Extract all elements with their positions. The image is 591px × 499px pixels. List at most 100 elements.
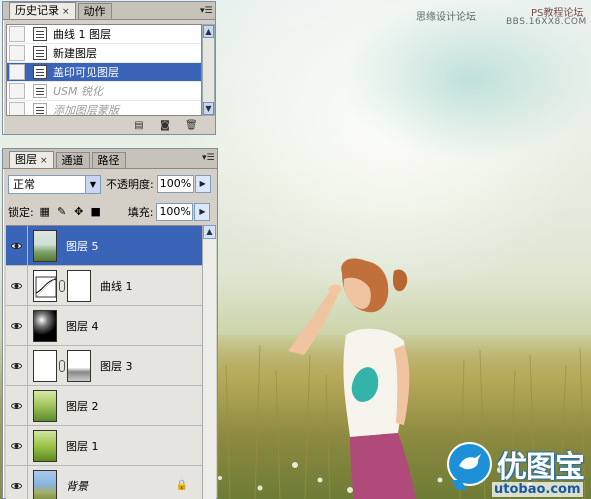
bird-icon (459, 454, 481, 470)
utobao-logo: 优图宝 utobao.com (447, 440, 591, 499)
opacity-input[interactable]: 100% (156, 175, 194, 193)
tab-history[interactable]: 历史记录 × (9, 2, 76, 19)
visibility-eye-icon[interactable] (6, 345, 28, 386)
layer-name: 图层 5 (66, 239, 99, 253)
layer-row[interactable]: 图层 2 (6, 385, 202, 426)
layer-name: 背景 (66, 479, 88, 493)
history-scrollbar[interactable]: ▲ ▼ (202, 24, 215, 116)
tab-actions-label: 动作 (83, 5, 106, 18)
scroll-up-arrow-icon[interactable]: ▲ (203, 25, 214, 38)
logo-text: 优图宝 (497, 450, 585, 485)
history-item[interactable]: 新建图层 (7, 44, 201, 63)
blend-row: 正常 ▼ 不透明度: 100% ▶ (3, 173, 217, 195)
snapshot-camera-icon[interactable]: ◙ (159, 120, 171, 131)
visibility-eye-icon[interactable] (6, 425, 28, 466)
history-item[interactable]: 曲线 1 图层 (7, 25, 201, 44)
snapshot-source-checkbox[interactable] (9, 102, 25, 115)
watermark-site: 思缘设计论坛 (416, 12, 476, 23)
trash-icon[interactable]: 🗑 (185, 120, 198, 131)
history-item-dimmed[interactable]: USM 锐化 (7, 82, 201, 101)
layer-row[interactable]: 曲线 1 (6, 265, 202, 306)
tab-paths[interactable]: 路径 (91, 152, 126, 168)
lock-image-brush-icon[interactable]: ✎ (56, 206, 68, 218)
fill-label: 填充: (127, 206, 154, 219)
lock-all-icon[interactable]: ■ (90, 206, 102, 218)
layer-thumbnail (33, 349, 57, 382)
girl-figure (288, 258, 416, 499)
fill-input[interactable]: 100% (156, 203, 194, 221)
lock-row: 锁定: ▦ ✎ ✥ ■ 填充: 100% ▶ (3, 201, 217, 223)
link-chain-icon[interactable] (59, 279, 65, 292)
layer-mask-thumbnail[interactable] (67, 269, 91, 302)
layer-row[interactable]: 图层 4 (6, 305, 202, 346)
layer-list: 图层 5 曲线 1 图层 4 图层 3 图层 2 图层 1 背景 🔒 (6, 225, 202, 499)
scroll-down-arrow-icon[interactable]: ▼ (203, 102, 214, 115)
fill-slider-arrow-icon[interactable]: ▶ (194, 203, 211, 221)
lock-icon: 🔒 (175, 480, 188, 491)
opacity-slider-arrow-icon[interactable]: ▶ (194, 175, 211, 193)
layers-panel: 图层 × 通道 路径 ▾☰ 正常 ▼ 不透明度: 100% ▶ 锁定: ▦ ✎ ✥… (2, 148, 218, 499)
tab-history-label: 历史记录 (15, 4, 59, 17)
logo-url: utobao.com (492, 482, 583, 497)
visibility-eye-icon[interactable] (6, 226, 28, 266)
chevron-down-icon[interactable]: ▼ (85, 175, 100, 193)
layer-row[interactable]: 图层 1 (6, 425, 202, 466)
tab-channels[interactable]: 通道 (55, 152, 90, 168)
layer-name: 图层 4 (66, 319, 99, 333)
layer-row-background[interactable]: 背景 🔒 (6, 465, 202, 499)
layer-row[interactable]: 图层 3 (6, 345, 202, 386)
layers-tabs: 图层 × 通道 路径 ▾☰ (3, 149, 217, 169)
history-toolbar: ▤ ◙ 🗑 (3, 117, 215, 134)
blend-mode-value: 正常 (13, 177, 35, 191)
snapshot-source-checkbox[interactable] (9, 45, 25, 61)
layer-thumbnail (33, 469, 57, 499)
snapshot-source-checkbox[interactable] (9, 83, 25, 99)
history-state-icon (33, 103, 47, 115)
history-state-icon (33, 84, 47, 98)
history-state-icon (33, 46, 47, 60)
visibility-eye-icon[interactable] (6, 385, 28, 426)
history-item-label: 添加图层蒙版 (53, 104, 119, 116)
history-item-label: 曲线 1 图层 (53, 28, 111, 41)
history-state-icon (33, 65, 47, 79)
visibility-eye-icon[interactable] (6, 305, 28, 346)
history-item-label: USM 锐化 (53, 85, 104, 98)
layer-thumbnail (33, 389, 57, 422)
lock-position-move-icon[interactable]: ✥ (73, 206, 85, 218)
scroll-up-arrow-icon[interactable]: ▲ (203, 225, 216, 239)
close-icon[interactable]: × (62, 7, 70, 17)
history-state-icon (33, 27, 47, 41)
history-list: 曲线 1 图层 新建图层 盖印可见图层 USM 锐化 添加图层蒙版 (6, 24, 202, 116)
curve-graph-icon (35, 276, 57, 297)
history-tabs: 历史记录 × 动作 ▾☰ (3, 2, 215, 20)
visibility-eye-icon[interactable] (6, 465, 28, 499)
tab-layers[interactable]: 图层 × (9, 151, 54, 168)
snapshot-source-checkbox[interactable] (9, 26, 25, 42)
history-item-dimmed[interactable]: 添加图层蒙版 (7, 101, 201, 116)
tab-layers-label: 图层 (15, 153, 37, 166)
layer-thumbnail (33, 429, 57, 462)
tab-paths-label: 路径 (97, 154, 120, 167)
blend-mode-select[interactable]: 正常 ▼ (8, 174, 101, 194)
lock-transparency-icon[interactable]: ▦ (39, 206, 51, 218)
visibility-eye-icon[interactable] (6, 265, 28, 306)
history-item-label: 盖印可见图层 (53, 66, 119, 79)
opacity-label: 不透明度: (106, 178, 154, 191)
snapshot-source-checkbox[interactable] (9, 64, 25, 80)
tab-actions[interactable]: 动作 (77, 3, 112, 19)
link-chain-icon[interactable] (59, 359, 65, 372)
layer-name: 图层 3 (100, 359, 133, 373)
layer-mask-thumbnail[interactable] (67, 349, 91, 382)
new-document-from-state-icon[interactable]: ▤ (133, 120, 145, 131)
panel-menu-icon[interactable]: ▾☰ (200, 5, 213, 17)
layer-name: 图层 2 (66, 399, 99, 413)
layer-row[interactable]: 图层 5 (6, 226, 202, 266)
history-item-label: 新建图层 (53, 47, 97, 60)
close-icon[interactable]: × (40, 156, 48, 166)
history-item-selected[interactable]: 盖印可见图层 (7, 63, 201, 82)
layers-scrollbar[interactable]: ▲ (202, 225, 216, 499)
panel-menu-icon[interactable]: ▾☰ (202, 152, 215, 164)
tab-channels-label: 通道 (61, 154, 84, 167)
layer-name: 图层 1 (66, 439, 99, 453)
watermark-bbs-url: BBS.16XX8.COM (506, 17, 587, 27)
